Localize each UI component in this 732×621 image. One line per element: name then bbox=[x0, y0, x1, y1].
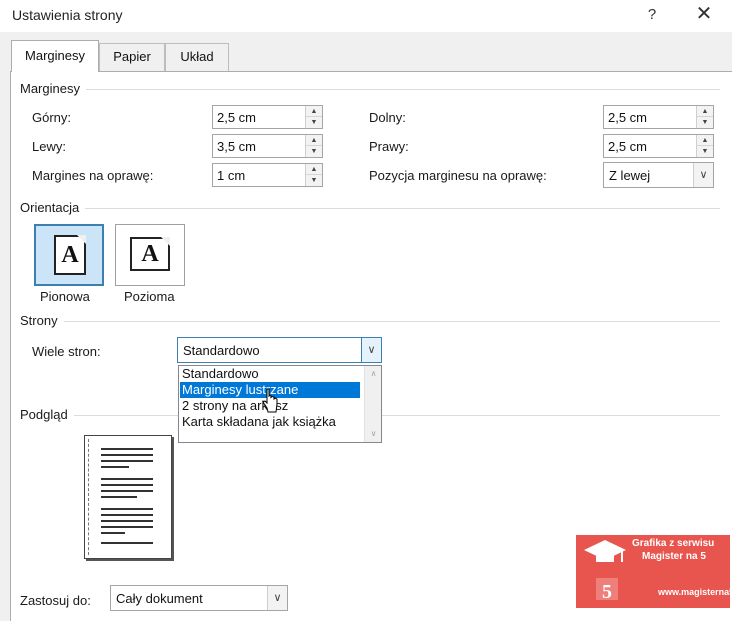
watermark-url: www.magisterna5.pl bbox=[658, 587, 732, 597]
gutter-value[interactable]: 1 cm bbox=[217, 168, 245, 183]
spin-up-icon[interactable]: ▲ bbox=[697, 135, 713, 146]
right-margin-spinner[interactable]: 2,5 cm ▲ ▼ bbox=[603, 134, 714, 158]
watermark-line2: Magister na 5 bbox=[642, 551, 706, 562]
watermark-line1: Grafika z serwisu bbox=[632, 538, 715, 549]
top-margin-value[interactable]: 2,5 cm bbox=[217, 110, 256, 125]
right-margin-value[interactable]: 2,5 cm bbox=[608, 139, 647, 154]
left-margin-value[interactable]: 3,5 cm bbox=[217, 139, 256, 154]
landscape-page-icon: A bbox=[130, 237, 170, 271]
multiple-pages-label: Wiele stron: bbox=[32, 344, 101, 359]
help-button[interactable]: ? bbox=[640, 4, 664, 26]
multiple-pages-dropdown[interactable]: Standardowo Marginesy lustrzane 2 strony… bbox=[178, 365, 382, 443]
margins-group-label: Marginesy bbox=[20, 81, 86, 96]
top-margin-label: Górny: bbox=[32, 110, 72, 125]
watermark-logo: 5 Grafika z serwisu Magister na 5 www.ma… bbox=[576, 535, 732, 608]
portrait-label: Pionowa bbox=[40, 289, 90, 304]
left-margin-label: Lewy: bbox=[32, 139, 66, 154]
gutter-label: Margines na oprawę: bbox=[32, 168, 154, 183]
dropdown-option[interactable]: Standardowo bbox=[180, 366, 360, 382]
badge-number: 5 bbox=[602, 581, 612, 603]
tab-uklad[interactable]: Układ bbox=[165, 43, 229, 71]
apply-to-select[interactable]: Cały dokument ∨ bbox=[110, 585, 288, 611]
mouse-cursor-icon bbox=[262, 388, 278, 413]
spin-down-icon[interactable]: ▼ bbox=[306, 175, 322, 186]
top-margin-spinner[interactable]: 2,5 cm ▲ ▼ bbox=[212, 105, 323, 129]
dropdown-option[interactable]: Karta składana jak książka bbox=[180, 414, 360, 430]
portrait-button[interactable]: A bbox=[34, 224, 104, 286]
spin-down-icon[interactable]: ▼ bbox=[697, 146, 713, 157]
multiple-pages-value[interactable]: Standardowo bbox=[183, 343, 260, 358]
preview-group-label: Podgląd bbox=[20, 407, 74, 422]
right-margin-label: Prawy: bbox=[369, 139, 409, 154]
orientation-group-label: Orientacja bbox=[20, 200, 86, 215]
scroll-down-icon[interactable]: ∨ bbox=[365, 426, 382, 442]
landscape-button[interactable]: A bbox=[115, 224, 185, 286]
multiple-pages-select[interactable]: Standardowo ∨ bbox=[177, 337, 382, 363]
pages-group-label: Strony bbox=[20, 313, 64, 328]
pages-group-line bbox=[20, 321, 720, 322]
orientation-group-line bbox=[20, 208, 720, 209]
tab-marginesy[interactable]: Marginesy bbox=[11, 40, 99, 72]
bottom-margin-value[interactable]: 2,5 cm bbox=[608, 110, 647, 125]
apply-to-value[interactable]: Cały dokument bbox=[116, 591, 203, 606]
spin-down-icon[interactable]: ▼ bbox=[697, 117, 713, 128]
graduation-cap-icon: 5 bbox=[584, 540, 626, 603]
close-button[interactable]: ✕ bbox=[692, 3, 716, 27]
chevron-down-icon[interactable]: ∨ bbox=[693, 163, 713, 187]
apply-to-label: Zastosuj do: bbox=[20, 593, 91, 608]
left-margin-spinner[interactable]: 3,5 cm ▲ ▼ bbox=[212, 134, 323, 158]
gutter-spinner[interactable]: 1 cm ▲ ▼ bbox=[212, 163, 323, 187]
bottom-margin-label: Dolny: bbox=[369, 110, 406, 125]
dialog-title: Ustawienia strony bbox=[12, 7, 123, 23]
spin-down-icon[interactable]: ▼ bbox=[306, 146, 322, 157]
dropdown-scrollbar[interactable]: ∧ ∨ bbox=[364, 366, 381, 442]
portrait-page-icon: A bbox=[54, 235, 86, 275]
gutter-position-label: Pozycja marginesu na oprawę: bbox=[369, 168, 547, 183]
gutter-position-value[interactable]: Z lewej bbox=[609, 168, 650, 183]
scroll-up-icon[interactable]: ∧ bbox=[365, 366, 382, 382]
margins-group-line bbox=[20, 89, 720, 90]
chevron-down-icon[interactable]: ∨ bbox=[267, 586, 287, 610]
spin-up-icon[interactable]: ▲ bbox=[306, 135, 322, 146]
landscape-label: Pozioma bbox=[124, 289, 175, 304]
preview-page bbox=[84, 435, 172, 559]
spin-up-icon[interactable]: ▲ bbox=[306, 106, 322, 117]
chevron-down-icon[interactable]: ∨ bbox=[361, 338, 381, 362]
spin-up-icon[interactable]: ▲ bbox=[697, 106, 713, 117]
bottom-margin-spinner[interactable]: 2,5 cm ▲ ▼ bbox=[603, 105, 714, 129]
gutter-position-select[interactable]: Z lewej ∨ bbox=[603, 162, 714, 188]
spin-down-icon[interactable]: ▼ bbox=[306, 117, 322, 128]
spin-up-icon[interactable]: ▲ bbox=[306, 164, 322, 175]
tab-papier[interactable]: Papier bbox=[99, 43, 165, 71]
